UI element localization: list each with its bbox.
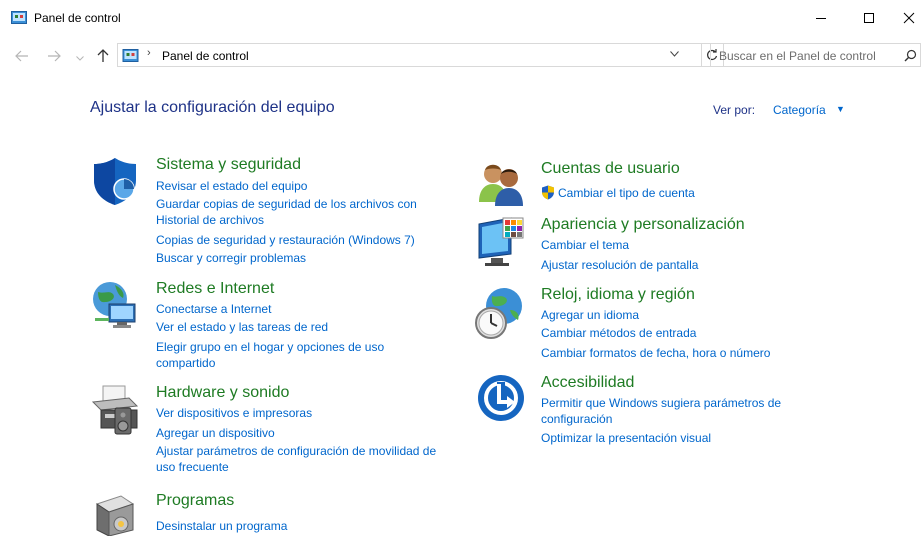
- window-title: Panel de control: [34, 11, 121, 25]
- view-by-dropdown[interactable]: Categoría: [773, 103, 826, 117]
- category-title-hardware-sound[interactable]: Hardware y sonido: [156, 384, 289, 402]
- link-frequent-use[interactable]: uso frecuente: [156, 459, 229, 475]
- search-icon[interactable]: [904, 49, 917, 67]
- shield-icon[interactable]: [91, 156, 139, 205]
- maximize-button[interactable]: [846, 0, 892, 36]
- navigation-bar: › Panel de control Buscar en el Panel de…: [0, 42, 921, 72]
- link-network-status[interactable]: Ver el estado y las tareas de red: [156, 319, 328, 335]
- link-devices-printers[interactable]: Ver dispositivos e impresoras: [156, 405, 312, 421]
- forward-arrow-icon[interactable]: [46, 48, 62, 64]
- category-title-programs[interactable]: Programas: [156, 492, 234, 510]
- recent-locations-chevron-icon[interactable]: [72, 50, 88, 66]
- link-configuration[interactable]: configuración: [541, 411, 612, 427]
- category-title-accessibility[interactable]: Accesibilidad: [541, 374, 634, 392]
- uac-shield-icon: [541, 185, 555, 204]
- link-homegroup[interactable]: Elegir grupo en el hogar y opciones de u…: [156, 339, 384, 355]
- link-windows-suggest-settings[interactable]: Permitir que Windows sugiera parámetros …: [541, 395, 781, 411]
- category-title-network[interactable]: Redes e Internet: [156, 280, 274, 298]
- control-panel-icon: [11, 11, 27, 24]
- clock-globe-icon[interactable]: [474, 286, 522, 339]
- up-arrow-icon[interactable]: [95, 48, 111, 64]
- category-title-appearance[interactable]: Apariencia y personalización: [541, 216, 745, 234]
- accessibility-icon[interactable]: [477, 374, 525, 422]
- printer-icon[interactable]: [91, 384, 139, 435]
- page-title: Ajustar la configuración del equipo: [90, 99, 335, 116]
- breadcrumb-item[interactable]: Panel de control: [162, 49, 249, 63]
- category-title-clock-region[interactable]: Reloj, idioma y región: [541, 286, 695, 304]
- link-add-language[interactable]: Agregar un idioma: [541, 307, 639, 323]
- link-review-status[interactable]: Revisar el estado del equipo: [156, 178, 307, 194]
- close-button[interactable]: [894, 0, 921, 36]
- programs-icon[interactable]: [91, 490, 139, 538]
- control-panel-icon: [122, 49, 139, 62]
- link-change-account-type[interactable]: Cambiar el tipo de cuenta: [558, 185, 695, 201]
- link-optimize-visual[interactable]: Optimizar la presentación visual: [541, 430, 711, 446]
- back-arrow-icon[interactable]: [14, 48, 30, 64]
- link-backup-files[interactable]: Guardar copias de seguridad de los archi…: [156, 196, 417, 212]
- link-date-time-formats[interactable]: Cambiar formatos de fecha, hora o número: [541, 345, 770, 361]
- link-mobility-settings[interactable]: Ajustar parámetros de configuración de m…: [156, 443, 436, 459]
- link-uninstall-program[interactable]: Desinstalar un programa: [156, 518, 287, 534]
- link-input-methods[interactable]: Cambiar métodos de entrada: [541, 325, 696, 341]
- dropdown-arrow-icon[interactable]: ▼: [836, 104, 845, 114]
- view-by-label: Ver por:: [713, 103, 756, 117]
- title-bar: Panel de control: [0, 0, 921, 36]
- breadcrumb-chevron-icon[interactable]: ›: [147, 47, 151, 59]
- users-icon[interactable]: [477, 160, 525, 208]
- link-add-device[interactable]: Agregar un dispositivo: [156, 425, 275, 441]
- link-connect-internet[interactable]: Conectarse a Internet: [156, 301, 271, 317]
- link-screen-resolution[interactable]: Ajustar resolución de pantalla: [541, 257, 698, 273]
- category-title-system-security[interactable]: Sistema y seguridad: [156, 156, 301, 174]
- display-appearance-icon[interactable]: [477, 216, 525, 266]
- link-file-history[interactable]: Historial de archivos: [156, 212, 264, 228]
- link-sharing[interactable]: compartido: [156, 355, 215, 371]
- minimize-button[interactable]: [798, 0, 844, 36]
- search-placeholder: Buscar en el Panel de control: [719, 49, 876, 63]
- address-bar[interactable]: › Panel de control: [117, 43, 702, 67]
- network-globe-icon[interactable]: [91, 280, 139, 328]
- link-change-theme[interactable]: Cambiar el tema: [541, 237, 629, 253]
- search-input[interactable]: Buscar en el Panel de control: [710, 43, 921, 67]
- category-title-user-accounts[interactable]: Cuentas de usuario: [541, 160, 680, 178]
- address-dropdown-icon[interactable]: [670, 49, 679, 60]
- link-troubleshoot[interactable]: Buscar y corregir problemas: [156, 250, 306, 266]
- link-backup-restore[interactable]: Copias de seguridad y restauración (Wind…: [156, 232, 415, 248]
